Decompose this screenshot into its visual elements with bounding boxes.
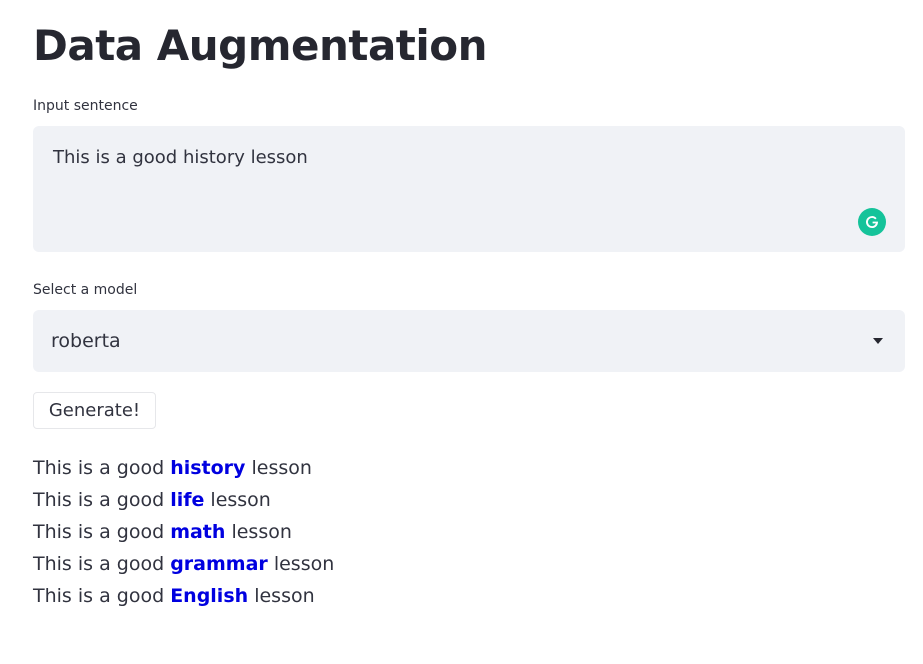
grammarly-g-icon[interactable] [858, 208, 886, 236]
model-select-value: roberta [51, 330, 121, 352]
result-prefix: This is a good [33, 521, 171, 543]
result-prefix: This is a good [33, 585, 171, 607]
result-item: This is a good life lesson [33, 484, 334, 516]
input-sentence-textarea[interactable]: This is a good history lesson [33, 126, 905, 252]
model-select[interactable]: roberta [33, 310, 905, 372]
result-suffix: lesson [245, 457, 312, 479]
result-highlight-word: grammar [170, 553, 268, 575]
result-prefix: This is a good [33, 457, 171, 479]
grammarly-g-glyph [866, 216, 879, 229]
result-prefix: This is a good [33, 489, 171, 511]
result-suffix: lesson [204, 489, 271, 511]
input-sentence-value: This is a good history lesson [53, 147, 308, 168]
input-sentence-label: Input sentence [33, 98, 138, 114]
result-prefix: This is a good [33, 553, 171, 575]
result-suffix: lesson [248, 585, 315, 607]
results-list: This is a good history lesson This is a … [33, 452, 334, 612]
result-suffix: lesson [225, 521, 292, 543]
result-highlight-word: history [170, 457, 246, 479]
result-item: This is a good history lesson [33, 452, 334, 484]
generate-button[interactable]: Generate! [33, 392, 156, 429]
result-suffix: lesson [267, 553, 335, 575]
result-highlight-word: English [170, 585, 249, 607]
result-highlight-word: math [170, 521, 226, 543]
chevron-down-icon [873, 338, 883, 344]
result-item: This is a good grammar lesson [33, 548, 334, 580]
page-title: Data Augmentation [33, 21, 488, 70]
app-root: Data Augmentation Input sentence This is… [0, 0, 923, 664]
select-model-label: Select a model [33, 282, 138, 298]
result-highlight-word: life [170, 489, 205, 511]
result-item: This is a good math lesson [33, 516, 334, 548]
result-item: This is a good English lesson [33, 580, 334, 612]
